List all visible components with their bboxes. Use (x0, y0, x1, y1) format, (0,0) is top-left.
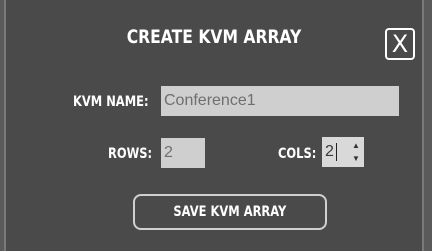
cols-label: COLS: (278, 146, 317, 162)
save-kvm-array-button[interactable]: SAVE KVM ARRAY (133, 194, 327, 230)
text-caret (336, 143, 337, 161)
cols-stepper[interactable]: 2 ▲ ▼ (322, 137, 364, 167)
rows-label: ROWS: (108, 146, 153, 162)
cols-value: 2 (325, 143, 334, 160)
chevron-up-icon[interactable]: ▲ (350, 140, 362, 151)
cols-spinner: ▲ ▼ (350, 140, 362, 164)
kvm-name-label: KVM NAME: (73, 94, 149, 110)
rows-input[interactable]: 2 (161, 138, 205, 168)
chevron-down-icon[interactable]: ▼ (350, 153, 362, 164)
create-kvm-array-dialog: CREATE KVM ARRAY X KVM NAME: Conference1… (4, 0, 424, 251)
dialog-title: CREATE KVM ARRAY (126, 26, 302, 48)
kvm-name-input[interactable]: Conference1 (161, 86, 399, 116)
save-button-label: SAVE KVM ARRAY (173, 204, 287, 220)
close-button[interactable]: X (385, 28, 415, 60)
